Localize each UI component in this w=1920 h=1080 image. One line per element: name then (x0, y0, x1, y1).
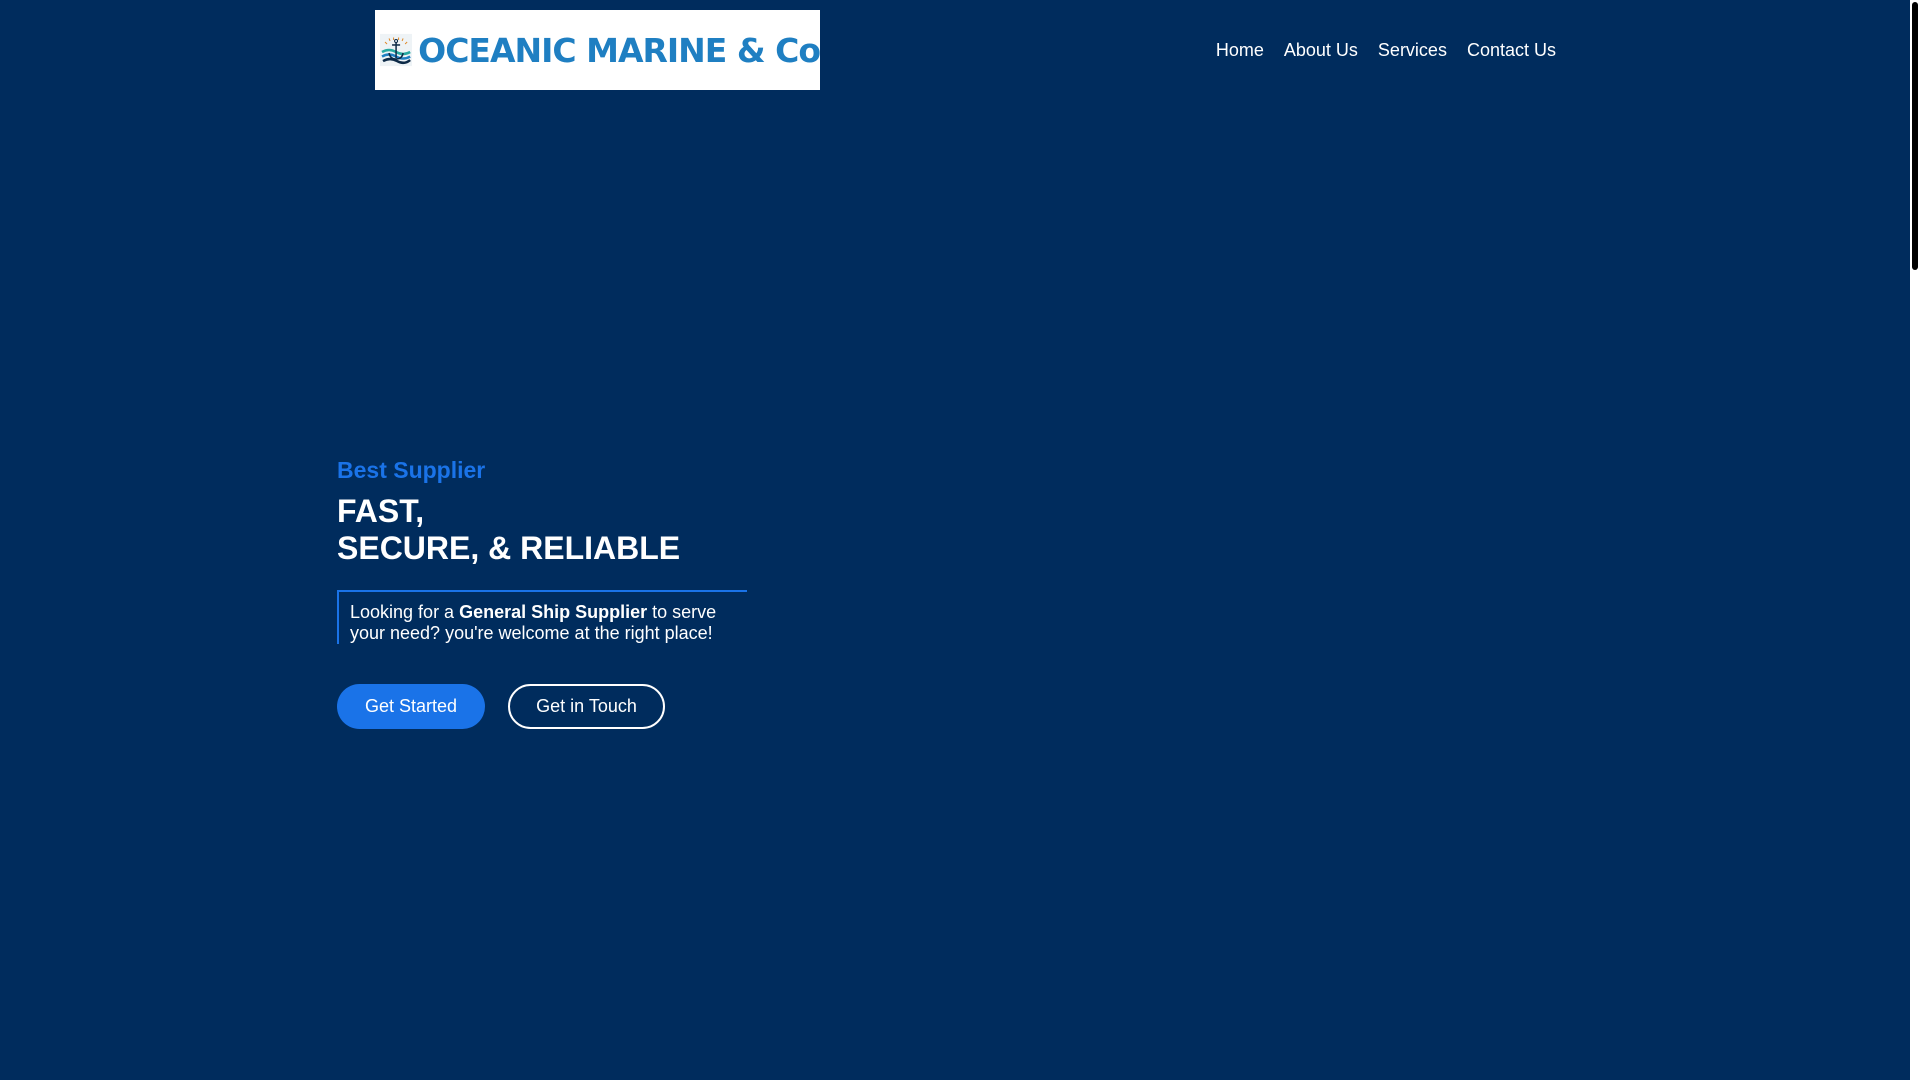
hero-headline: FAST, SECURE, & RELIABLE (337, 493, 757, 567)
site-logo[interactable]: OCEANIC MARINE & Co (375, 10, 821, 90)
callout-text-start: Looking for a (350, 602, 460, 622)
anchor-icon (380, 33, 413, 67)
nav-home[interactable]: Home (1216, 40, 1264, 61)
headline-line-2: SECURE, & RELIABLE (337, 530, 681, 566)
hero-callout: Looking for a General Ship Supplier to s… (337, 590, 747, 644)
headline-line-1: FAST, (337, 493, 425, 529)
hero-section: Best Supplier FAST, SECURE, & RELIABLE L… (337, 457, 757, 729)
logo-text: OCEANIC MARINE & Co (418, 30, 821, 70)
main-nav: Home About Us Services Contact Us (1216, 40, 1556, 61)
hero-buttons: Get Started Get in Touch (337, 684, 757, 729)
callout-highlight: General Ship Supplier (459, 602, 648, 622)
get-in-touch-button[interactable]: Get in Touch (508, 684, 665, 729)
page: OCEANIC MARINE & Co Home About Us Servic… (0, 0, 1910, 1080)
nav-services[interactable]: Services (1378, 40, 1447, 61)
scrollbar-thumb[interactable] (1912, 2, 1918, 270)
nav-contact-us[interactable]: Contact Us (1467, 40, 1556, 61)
nav-about-us[interactable]: About Us (1284, 40, 1358, 61)
get-started-button[interactable]: Get Started (337, 684, 485, 729)
hero-eyebrow: Best Supplier (337, 457, 486, 483)
vertical-scrollbar[interactable] (1910, 0, 1920, 1080)
